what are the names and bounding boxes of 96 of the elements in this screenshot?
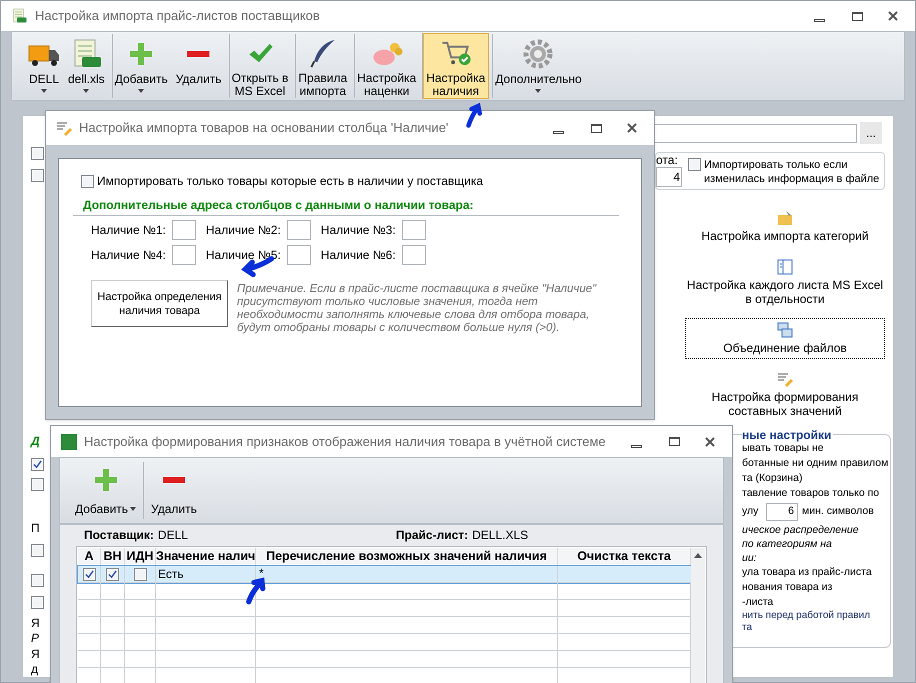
option-text: улу — [742, 504, 760, 520]
pricelist-name: DELL.XLS — [472, 527, 528, 544]
scrollbar[interactable] — [691, 548, 705, 683]
supplier-name: DELL — [158, 527, 189, 544]
label: Р — [31, 631, 40, 646]
field-label: Наличие №1: — [91, 222, 166, 239]
checkbox-label: Импортировать только если изменилась информация в файле — [704, 158, 880, 186]
option-text: тавление товаров только по — [742, 486, 880, 501]
checkbox-label: Импортировать только товары которые есть в наличии у поставщика — [97, 173, 484, 190]
checkbox[interactable] — [134, 568, 146, 580]
table-cell: Есть — [156, 566, 256, 582]
gear-icon — [522, 38, 554, 70]
folder-wrench-icon — [777, 210, 793, 226]
label: Я — [31, 616, 41, 631]
settings-button[interactable]: Объединение файлов — [685, 318, 885, 359]
pencil-lines-icon — [56, 120, 72, 136]
window-icon — [777, 259, 793, 275]
maximize-button[interactable] — [666, 436, 682, 448]
caret-icon — [138, 89, 144, 93]
option-text: -листа — [742, 595, 774, 610]
field-label: Прайс-лист: — [396, 527, 468, 544]
field-label: Наличие №2: — [206, 222, 281, 239]
settings-button[interactable]: Настройка формирования составных значений — [685, 367, 885, 422]
checkbox[interactable] — [31, 574, 44, 587]
settings-button[interactable]: Настройка каждого листа MS Excel в отдельности — [685, 255, 885, 310]
checkbox[interactable] — [688, 158, 701, 171]
option-text: нить перед работой правил — [742, 610, 872, 622]
column-field[interactable] — [402, 245, 426, 265]
field-label: Наличие №3: — [320, 222, 396, 239]
caret-icon — [130, 507, 136, 511]
section-heading: Дополнительные адреса столбцов с данными о наличии товара: — [73, 196, 619, 216]
toolbar-button[interactable]: Удалить — [172, 33, 226, 99]
stacked-windows-icon — [777, 322, 793, 338]
field-label: Наличие №6: — [320, 247, 396, 264]
min-chars-field[interactable]: 6 — [766, 503, 798, 521]
option-text: нования товара из — [742, 580, 834, 595]
toolbar-button[interactable]: DELL — [24, 33, 64, 99]
detect-availability-button[interactable]: Настройка определения наличия товара — [91, 280, 228, 327]
checkbox[interactable] — [106, 568, 119, 580]
checkbox[interactable] — [31, 596, 44, 609]
column-field[interactable] — [172, 245, 196, 265]
option-text: та (Корзина) — [742, 471, 804, 486]
column-field[interactable] — [172, 220, 196, 240]
toolbar-button[interactable]: Добавить — [72, 458, 140, 523]
field-label: ота: — [656, 153, 679, 167]
field-label: Наличие №4: — [91, 247, 166, 264]
window-title: Настройка формирования признаков отображения наличия товара в учётной системе — [84, 432, 607, 451]
option-text: та — [742, 622, 754, 634]
field-label: Поставщик: — [84, 527, 154, 544]
toolbar-button[interactable]: Открыть в MS Excel — [228, 33, 292, 99]
app-logo-icon — [61, 434, 77, 450]
toolbar-button[interactable]: Добавить — [110, 33, 172, 99]
checkbox[interactable] — [81, 174, 94, 188]
window-title: Настройка импорта прайс-листов поставщиков — [35, 7, 321, 26]
option-text: ическое распределение — [742, 523, 860, 537]
label: д — [31, 662, 40, 677]
option-text: ула товара из прайс-листа — [742, 565, 873, 580]
checkbox[interactable] — [31, 169, 44, 182]
browse-button[interactable]: ... — [860, 122, 882, 144]
period-field[interactable]: 4 — [656, 167, 682, 187]
note-text: Примечание. Если в прайс-листе поставщика в ячейке "Наличие" присутствуют только числовые значения, тогда нет необходимости заполнять ключевые слова для отбора товара, будут отобраны товары с количеством больше нуля (>0). — [237, 283, 598, 335]
column-field[interactable] — [402, 220, 426, 240]
minus-icon — [187, 50, 210, 58]
settings-button[interactable]: Настройка импорта категорий — [685, 206, 885, 247]
toolbar-button[interactable]: dell.xls — [64, 33, 109, 99]
option-text: ботанные ни одним правилом — [742, 456, 890, 471]
column-field[interactable] — [286, 245, 311, 265]
checkbox[interactable] — [82, 568, 96, 580]
option-text: ии: — [742, 551, 758, 565]
pencil-lines-icon — [777, 371, 793, 387]
toolbar-button[interactable]: Настройка наценки — [353, 33, 420, 99]
checkbox[interactable] — [31, 147, 44, 160]
toolbar-button[interactable]: Удалить — [148, 458, 200, 523]
caret-icon — [535, 89, 542, 93]
toolbar-button[interactable]: Настройка наличия — [422, 33, 490, 99]
scroll-up-icon[interactable] — [694, 553, 702, 558]
checkbox[interactable] — [31, 458, 44, 471]
toolbar-button[interactable]: Дополнительно — [491, 33, 586, 99]
maximize-button[interactable] — [849, 10, 865, 22]
toolbar-button[interactable]: Правила импорта — [294, 33, 352, 99]
checkbox[interactable] — [31, 478, 44, 491]
minus-icon — [162, 476, 186, 484]
spreadsheet-icon — [11, 8, 27, 24]
label: П — [31, 521, 41, 536]
checkbox[interactable] — [31, 544, 44, 557]
grid-row[interactable]: Есть * — [78, 566, 691, 583]
option-text: по категориям на — [742, 537, 833, 551]
caret-icon — [41, 89, 47, 93]
section-heading: Д — [31, 434, 41, 449]
caret-icon — [83, 89, 90, 93]
option-text: ывать товары не — [742, 442, 825, 456]
label: Я — [31, 647, 41, 662]
maximize-button[interactable] — [588, 122, 604, 134]
window-title: Настройка импорта товаров на основании столбца 'Наличие' — [79, 119, 450, 138]
option-text: мин. символов — [802, 504, 874, 520]
column-field[interactable] — [286, 220, 311, 240]
